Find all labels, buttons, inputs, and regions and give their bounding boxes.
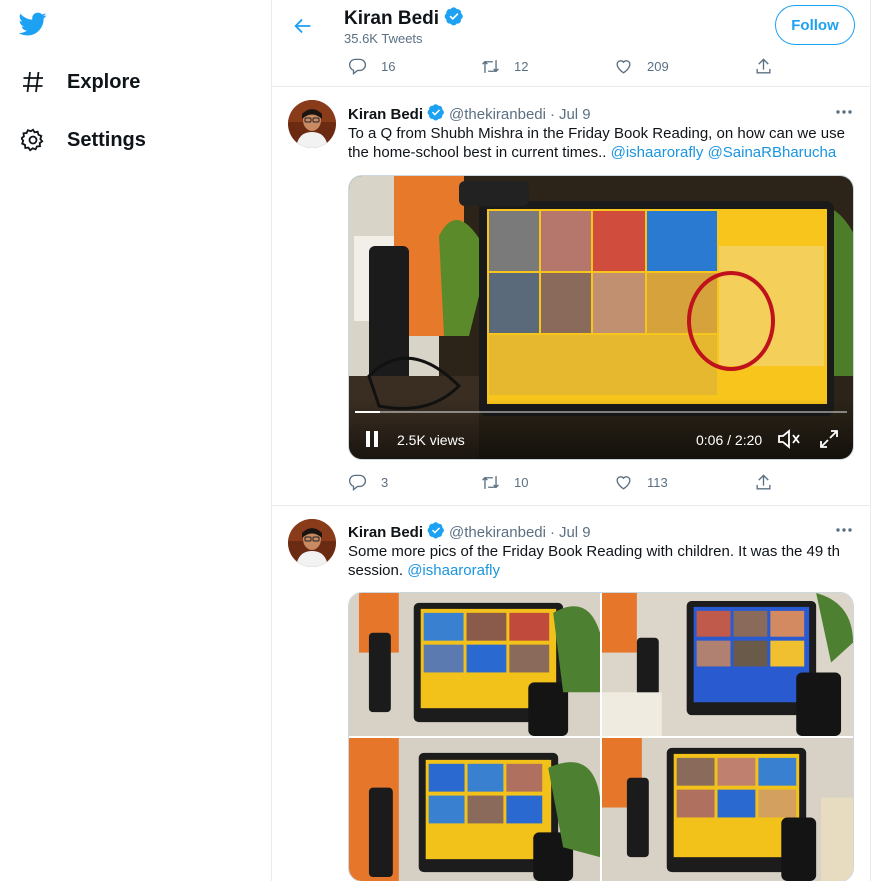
mention-link[interactable]: @ishaarorafly	[407, 562, 500, 579]
video-progress-fill	[355, 411, 380, 413]
retweet-count: 12	[514, 59, 529, 74]
tweet-author-name[interactable]: Kiran Bedi	[348, 524, 423, 541]
reply-icon	[348, 474, 367, 492]
retweet-button[interactable]: 12	[481, 57, 528, 76]
tweet-author-name[interactable]: Kiran Bedi	[348, 106, 423, 123]
video-progress-bar[interactable]	[355, 411, 847, 413]
nav-explore-label: Explore	[67, 70, 141, 93]
page-title: Kiran Bedi	[344, 6, 464, 32]
tweet[interactable]: Kiran Bedi @thekiranbedi · Jul 9 To a Q …	[272, 87, 870, 505]
profile-header: Kiran Bedi 35.6K Tweets Follow	[272, 0, 870, 52]
nav-settings[interactable]: Settings	[20, 120, 146, 160]
video-player[interactable]: 2.5K views 0:06 / 2:20	[348, 175, 854, 460]
mention-link[interactable]: @SainaRBharucha	[708, 144, 837, 161]
back-arrow-icon[interactable]	[290, 13, 316, 39]
tweet-text: To a Q from Shubh Mishra in the Friday B…	[348, 124, 853, 162]
heart-icon	[616, 60, 631, 74]
share-icon	[756, 58, 771, 74]
header-name: Kiran Bedi	[344, 8, 440, 29]
fullscreen-icon[interactable]	[819, 429, 839, 449]
nav-explore[interactable]: Explore	[20, 62, 140, 102]
tweet-date[interactable]: Jul 9	[559, 524, 591, 541]
verified-badge-icon	[444, 6, 464, 32]
photo-thumbnail[interactable]	[349, 738, 600, 881]
tweet-author-handle[interactable]: @thekiranbedi	[449, 524, 546, 541]
share-button[interactable]	[754, 473, 773, 492]
gear-icon	[20, 127, 46, 153]
heart-icon	[616, 476, 631, 490]
reply-count: 3	[381, 475, 389, 490]
retweet-button[interactable]: 10	[481, 473, 528, 492]
retweet-icon	[482, 60, 499, 73]
like-button[interactable]: 209	[614, 57, 669, 76]
retweet-icon	[482, 476, 499, 489]
tweet-header: Kiran Bedi @thekiranbedi · Jul 9	[348, 103, 591, 125]
tweet-text: Some more pics of the Friday Book Readin…	[348, 542, 853, 580]
share-button[interactable]	[754, 57, 773, 76]
avatar[interactable]	[288, 100, 336, 148]
like-count: 209	[647, 59, 669, 74]
photo-thumbnail[interactable]	[349, 593, 600, 736]
more-options-icon[interactable]	[834, 523, 854, 535]
verified-badge-icon	[427, 103, 445, 125]
timeline-column: Kiran Bedi 35.6K Tweets Follow 16 12 209	[271, 0, 871, 881]
video-time: 0:06 / 2:20	[696, 432, 763, 448]
pause-icon[interactable]	[365, 431, 379, 447]
avatar[interactable]	[288, 519, 336, 567]
tweet-count: 35.6K Tweets	[344, 31, 423, 46]
verified-badge-icon	[427, 521, 445, 543]
video-controls: 2.5K views 0:06 / 2:20	[349, 399, 853, 459]
photo-grid	[348, 592, 854, 881]
more-options-icon[interactable]	[834, 105, 854, 117]
like-button[interactable]: 113	[614, 473, 668, 492]
share-icon	[756, 474, 771, 490]
photo-thumbnail[interactable]	[602, 593, 853, 736]
mention-link[interactable]: @ishaarorafly	[611, 144, 704, 161]
tweet[interactable]: Kiran Bedi @thekiranbedi · Jul 9 Some mo…	[272, 506, 870, 881]
separator-dot: ·	[549, 523, 555, 541]
tweet-header: Kiran Bedi @thekiranbedi · Jul 9	[348, 521, 591, 543]
hashtag-icon	[20, 69, 46, 95]
left-navigation: Explore Settings	[0, 0, 271, 881]
photo-thumbnail[interactable]	[602, 738, 853, 881]
like-count: 113	[647, 475, 668, 490]
twitter-bird-icon[interactable]	[18, 10, 48, 38]
mute-icon[interactable]	[777, 429, 801, 449]
reply-button[interactable]: 3	[348, 473, 388, 492]
video-view-count: 2.5K views	[397, 432, 465, 448]
reply-count: 16	[381, 59, 396, 74]
nav-settings-label: Settings	[67, 128, 146, 151]
separator-dot: ·	[549, 105, 555, 123]
follow-button[interactable]: Follow	[775, 5, 855, 45]
tweet-date[interactable]: Jul 9	[559, 106, 591, 123]
reply-icon	[348, 58, 367, 76]
tweet-author-handle[interactable]: @thekiranbedi	[449, 106, 546, 123]
reply-button[interactable]: 16	[348, 57, 395, 76]
retweet-count: 10	[514, 475, 529, 490]
